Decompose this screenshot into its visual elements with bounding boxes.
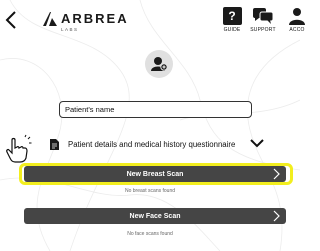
tap-hint-hand-icon	[6, 134, 32, 163]
chevron-right-icon	[273, 168, 280, 180]
question-icon: ?	[222, 7, 242, 25]
new-face-scan-label: New Face Scan	[129, 212, 181, 220]
brand-logo: ARBREA LABS	[42, 11, 129, 32]
guide-label: GUIDE	[223, 27, 241, 33]
guide-button[interactable]: ? GUIDE	[219, 7, 245, 33]
account-icon	[289, 8, 305, 25]
account-button[interactable]: ACCO	[284, 7, 310, 33]
brand-mark-icon	[43, 12, 57, 26]
questionnaire-label[interactable]: Patient details and medical history ques…	[68, 140, 235, 149]
back-arrow-icon[interactable]	[4, 9, 18, 31]
support-button[interactable]: SUPPORT	[250, 7, 276, 33]
patient-avatar[interactable]	[145, 50, 173, 78]
support-label: SUPPORT	[250, 27, 276, 33]
user-add-icon	[151, 57, 168, 71]
document-icon	[50, 139, 59, 150]
new-breast-scan-label: New Breast Scan	[126, 170, 184, 178]
breast-scan-status: No breast scans found	[124, 188, 176, 194]
patient-name-input[interactable]	[59, 101, 252, 118]
new-face-scan-button[interactable]: New Face Scan	[24, 208, 286, 224]
chevron-right-icon	[273, 210, 280, 222]
face-scan-status: No face scans found	[127, 231, 173, 237]
new-breast-scan-button[interactable]: New Breast Scan	[24, 166, 286, 182]
account-label: ACCO	[289, 27, 305, 33]
brand-subtitle: LABS	[61, 27, 79, 32]
brand-name: ARBREA	[61, 11, 129, 26]
chevron-down-icon[interactable]	[249, 137, 265, 149]
chat-icon	[253, 8, 274, 24]
